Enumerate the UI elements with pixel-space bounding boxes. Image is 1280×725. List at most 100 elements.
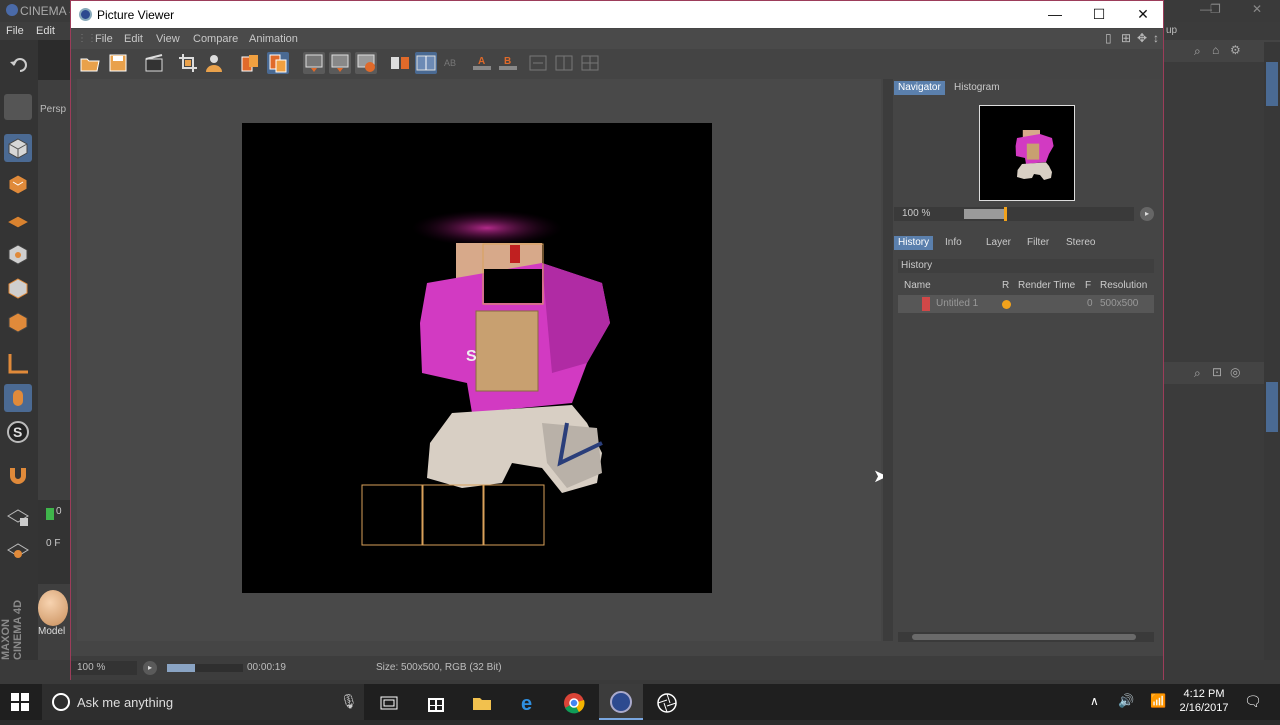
action-center-icon[interactable]: 🗨 [1244, 693, 1262, 710]
chrome-icon[interactable] [563, 692, 585, 714]
system-clock[interactable]: 4:12 PM 2/16/2017 [1176, 686, 1232, 718]
grid-compare-icon[interactable] [579, 52, 601, 74]
render-area[interactable]: S ➤ [77, 79, 888, 641]
edges-cube-icon[interactable] [4, 274, 32, 302]
compare-ab-text-icon[interactable]: AB [441, 52, 463, 74]
menu-animation[interactable]: Animation [249, 33, 298, 45]
region-select-icon[interactable] [329, 52, 351, 74]
tab-layer[interactable]: Layer [982, 236, 1015, 250]
layout-icon[interactable]: ▯ [1105, 31, 1112, 45]
navigator-zoom-slider[interactable] [960, 207, 1134, 221]
copy-left-icon[interactable] [239, 52, 261, 74]
task-view-icon[interactable] [378, 692, 400, 714]
zoom-slider-handle[interactable] [1004, 207, 1007, 221]
col-name[interactable]: Name [904, 280, 931, 291]
cube-tool-icon[interactable] [4, 134, 32, 162]
edge-browser-icon[interactable]: e [518, 692, 540, 715]
objects-vertical-tab[interactable] [1266, 62, 1278, 106]
search-icon[interactable]: ⌕ [1194, 44, 1201, 59]
c4d-menubar: File Edit [0, 22, 70, 40]
col-r[interactable]: R [1002, 280, 1009, 291]
material-ball[interactable] [38, 590, 68, 626]
render-clapper-icon[interactable] [143, 52, 165, 74]
snap-s-icon[interactable]: S [4, 418, 32, 446]
store-icon[interactable] [425, 692, 447, 714]
points-cube-icon[interactable] [4, 240, 32, 268]
col-render-time[interactable]: Render Time [1018, 280, 1075, 291]
col-f[interactable]: F [1085, 280, 1091, 291]
status-zoom-field[interactable]: 100 % [71, 661, 137, 675]
maximize-button[interactable]: ☐ [1077, 1, 1121, 28]
navigator-thumbnail[interactable] [979, 105, 1075, 201]
play-icon[interactable]: ▸ [143, 661, 157, 675]
open-folder-icon[interactable] [79, 52, 101, 74]
crop-icon[interactable] [177, 52, 199, 74]
c4d-restore-icon[interactable]: ❐ [1210, 2, 1221, 16]
network-icon[interactable]: 📶 [1150, 693, 1166, 709]
user-icon[interactable] [203, 52, 225, 74]
minimize-button[interactable]: — [1033, 1, 1077, 28]
undo-icon[interactable] [6, 52, 32, 78]
home-icon[interactable]: ⌂ [1212, 43, 1219, 57]
plane-icon[interactable] [4, 206, 32, 234]
compare-ab-icon[interactable] [389, 52, 411, 74]
rendered-image[interactable]: S [242, 123, 712, 593]
move-tool-icon[interactable] [4, 94, 32, 120]
attributes-vertical-tab[interactable] [1266, 382, 1278, 432]
copy-right-icon[interactable] [267, 52, 289, 74]
set-a-icon[interactable]: A [471, 52, 493, 74]
compare-split-icon[interactable] [415, 52, 437, 74]
new-window-icon[interactable]: ⊞ [1121, 31, 1131, 45]
tab-histogram[interactable]: Histogram [950, 81, 1004, 95]
splitter[interactable] [883, 79, 893, 641]
c4d-menu-edit[interactable]: Edit [36, 25, 55, 37]
swap-icon[interactable] [527, 52, 549, 74]
menu-view[interactable]: View [156, 33, 180, 45]
save-icon[interactable] [107, 52, 129, 74]
camera-shutter-icon[interactable] [656, 692, 678, 714]
settings-icon[interactable]: ⚙ [1230, 43, 1241, 57]
history-horizontal-scrollbar[interactable] [898, 632, 1154, 642]
search-icon[interactable]: ⌕ [1194, 366, 1201, 381]
region-render-icon[interactable] [303, 52, 325, 74]
menu-file[interactable]: File [95, 33, 113, 45]
table-row[interactable]: Untitled 1 0 500x500 [898, 295, 1154, 313]
menu-compare[interactable]: Compare [193, 33, 238, 45]
scrollbar-thumb[interactable] [912, 634, 1136, 640]
windows-start-icon[interactable] [10, 692, 32, 714]
axis-icon[interactable] [4, 350, 32, 378]
file-explorer-icon[interactable] [471, 692, 493, 714]
frame-field[interactable]: 0 [56, 506, 62, 517]
grid-lock-icon[interactable] [4, 502, 32, 530]
microphone-icon[interactable]: 🎙 [340, 693, 358, 710]
tweak-mouse-icon[interactable] [4, 384, 32, 412]
layout-dropdown[interactable]: up [1166, 25, 1177, 36]
volume-icon[interactable]: 🔊 [1118, 693, 1134, 709]
tab-navigator[interactable]: Navigator [894, 81, 945, 95]
expand-icon[interactable]: ↕ [1153, 31, 1159, 45]
cortana-search-box[interactable]: Ask me anything 🎙 [42, 684, 364, 720]
lock-icon[interactable]: ⊡ [1212, 365, 1222, 379]
zoom-reset-icon[interactable]: ▸ [1140, 207, 1154, 221]
tab-history[interactable]: History [894, 236, 934, 250]
tab-stereo[interactable]: Stereo [1062, 236, 1099, 250]
polygons-cube-icon[interactable] [4, 308, 32, 336]
region-reset-icon[interactable] [355, 52, 377, 74]
cinema4d-taskbar-item[interactable] [599, 684, 643, 720]
tab-filter[interactable]: Filter [1023, 236, 1053, 250]
col-resolution[interactable]: Resolution [1100, 280, 1147, 291]
magnet-icon[interactable] [4, 460, 32, 488]
c4d-menu-file[interactable]: File [6, 25, 24, 37]
c4d-close-icon[interactable]: ✕ [1252, 2, 1262, 16]
target-icon[interactable]: ◎ [1230, 365, 1240, 379]
checker-cube-icon[interactable] [4, 170, 32, 198]
diff-icon[interactable] [553, 52, 575, 74]
menu-edit[interactable]: Edit [124, 33, 143, 45]
set-b-icon[interactable]: B [497, 52, 519, 74]
tab-info[interactable]: Info [941, 236, 966, 250]
close-button[interactable]: ✕ [1121, 1, 1165, 28]
tray-overflow-icon[interactable]: ∧ [1090, 694, 1099, 708]
workplane-icon[interactable] [4, 536, 32, 564]
pan-icon[interactable]: ✥ [1137, 31, 1147, 45]
navigator-zoom-field[interactable]: 100 % [894, 207, 960, 221]
